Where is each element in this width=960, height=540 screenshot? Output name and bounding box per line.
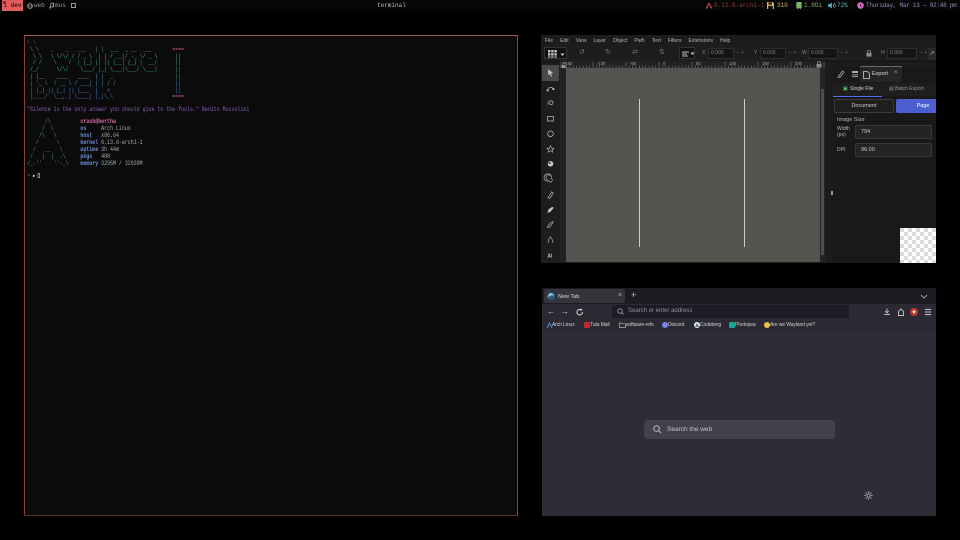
svg-text:-100: -100	[597, 61, 606, 66]
svg-text:150: 150	[762, 61, 770, 66]
svg-text:50: 50	[696, 61, 701, 66]
svg-text:-50: -50	[630, 61, 637, 66]
svg-text:AI: AI	[547, 254, 553, 260]
svg-text:200: 200	[795, 61, 803, 66]
svg-text:100: 100	[729, 61, 737, 66]
svg-text:0: 0	[663, 61, 666, 66]
